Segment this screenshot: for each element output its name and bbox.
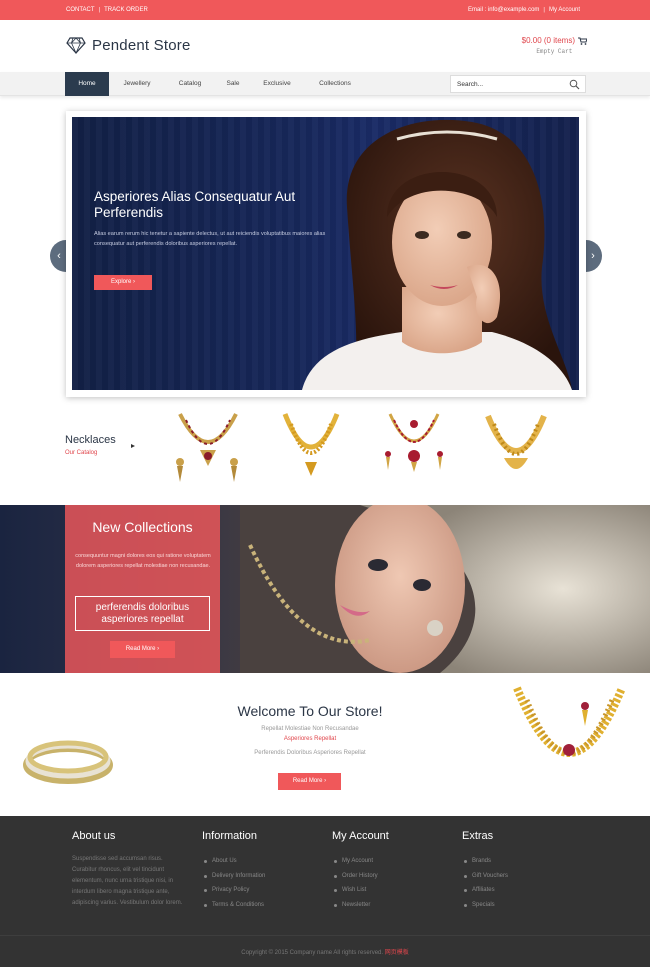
footer-divider — [0, 935, 650, 936]
model-photo-2 — [240, 505, 650, 673]
necklaces-heading: Necklaces Our Catalog — [65, 434, 116, 456]
brand-name: Pendent Store — [92, 36, 191, 54]
footer-extras-title: Extras — [462, 830, 494, 842]
logo[interactable]: Pendent Store — [66, 36, 191, 54]
footer-link[interactable]: Specials — [462, 898, 508, 913]
footer-link[interactable]: Wish List — [332, 883, 389, 898]
contact-link[interactable]: CONTACT — [66, 7, 95, 13]
welcome-read-more-button[interactable]: Read More › — [278, 773, 341, 790]
search-input[interactable]: Search... — [450, 75, 586, 93]
email-link[interactable]: Email : info@example.com — [468, 7, 539, 13]
separator: | — [543, 7, 545, 13]
footer-about: About us Suspendisse sed accumsan risus.… — [72, 830, 187, 909]
product-necklace-4[interactable] — [480, 410, 552, 490]
slide-title: Asperiores Alias Consequatur Aut Perfere… — [94, 189, 296, 220]
nav-collections[interactable]: Collections — [303, 72, 367, 96]
footer-account: My Account My Account Order History Wish… — [332, 830, 389, 912]
hero-slider: Asperiores Alias Consequatur Aut Perfere… — [66, 111, 586, 397]
model-photo — [302, 119, 572, 390]
collections-box: perferendis doloribus asperiores repella… — [75, 596, 210, 631]
nav-home[interactable]: Home — [65, 72, 109, 96]
footer-information-title: Information — [202, 830, 258, 842]
welcome-section: Welcome To Our Store! Repellat Molestiae… — [0, 673, 650, 816]
footer-about-text: Suspendisse sed accumsan risus. Curabitu… — [72, 856, 183, 906]
cart-total: $0.00 (0 items) — [521, 36, 575, 45]
nav-catalog[interactable]: Catalog — [165, 72, 215, 96]
collections-title: New Collections — [92, 519, 193, 535]
read-more-label: Read More — [292, 778, 323, 784]
slider-next-button[interactable]: › — [584, 240, 602, 272]
cart-status: Empty Cart — [536, 48, 573, 55]
collections-panel: New Collections consequuntur magni dolor… — [65, 505, 220, 673]
footer-link[interactable]: Delivery Information — [202, 869, 265, 884]
copyright: Copyright © 2015 Company name All rights… — [0, 947, 650, 956]
explore-button[interactable]: Explore › — [94, 275, 152, 290]
header: Pendent Store $0.00 (0 items) Empty Cart — [0, 20, 650, 72]
search-icon[interactable] — [569, 79, 580, 90]
product-necklace-2[interactable] — [275, 410, 347, 490]
necklaces-subtitle[interactable]: Our Catalog — [65, 450, 116, 456]
track-order-link[interactable]: TRACK ORDER — [104, 7, 148, 13]
explore-label: Explore — [110, 279, 132, 285]
top-bar: CONTACT | TRACK ORDER Email : info@examp… — [0, 0, 650, 20]
footer-account-title: My Account — [332, 830, 389, 842]
nav-exclusive[interactable]: Exclusive — [251, 72, 303, 96]
footer-link[interactable]: Order History — [332, 869, 389, 884]
collections-read-more-button[interactable]: Read More › — [110, 641, 175, 658]
search-placeholder: Search... — [457, 81, 484, 88]
footer-link[interactable]: My Account — [332, 854, 389, 869]
footer: About us Suspendisse sed accumsan risus.… — [0, 816, 650, 967]
footer-link[interactable]: Newsletter — [332, 898, 389, 913]
welcome-line-1: Repellat Molestiae Non Recusandae — [261, 726, 359, 732]
collections-text: consequuntur magni dolores eos qui ratio… — [75, 553, 211, 569]
product-necklace-3[interactable] — [378, 410, 450, 490]
copyright-text: Copyright © 2015 Company name All rights… — [241, 950, 384, 956]
footer-link[interactable]: Privacy Policy — [202, 883, 265, 898]
my-account-link[interactable]: My Account — [549, 7, 580, 13]
copyright-link[interactable]: 网页模板 — [385, 950, 409, 956]
separator: | — [98, 7, 101, 13]
welcome-line-2: Asperiores Repellat — [283, 736, 337, 742]
nav-sale[interactable]: Sale — [215, 72, 251, 96]
footer-extras: Extras Brands Gift Vouchers Affiliates S… — [462, 830, 508, 912]
triangle-icon — [131, 444, 135, 448]
chevron-right-icon: › — [133, 279, 135, 285]
footer-link[interactable]: About Us — [202, 854, 265, 869]
welcome-line-3: Perferendis Doloribus Asperiores Repella… — [254, 750, 366, 756]
collections-banner: New Collections consequuntur magni dolor… — [0, 505, 650, 673]
chevron-right-icon: › — [324, 778, 327, 784]
footer-link[interactable]: Gift Vouchers — [462, 869, 508, 884]
footer-information: Information About Us Delivery Informatio… — [202, 830, 265, 912]
diamond-icon — [66, 37, 86, 54]
read-more-label: Read More — [125, 646, 156, 652]
product-necklace-1[interactable] — [172, 410, 244, 490]
cart[interactable]: $0.00 (0 items) Empty Cart — [522, 36, 587, 55]
chevron-right-icon: › — [157, 646, 160, 652]
footer-link[interactable]: Brands — [462, 854, 508, 869]
cart-icon — [578, 37, 587, 45]
necklaces-title: Necklaces — [65, 434, 116, 446]
collections-box-line-2: asperiores repellat — [101, 614, 184, 625]
footer-link[interactable]: Terms & Conditions — [202, 898, 265, 913]
nav-jewellery[interactable]: Jewellery — [109, 72, 165, 96]
collections-box-line-1: perferendis doloribus — [95, 602, 190, 613]
footer-about-title: About us — [72, 830, 116, 842]
welcome-title: Welcome To Our Store! — [237, 703, 383, 719]
hero-slide: Asperiores Alias Consequatur Aut Perfere… — [72, 117, 579, 390]
slide-text: Alias earum rerum hic tenetur a sapiente… — [94, 231, 326, 247]
main-nav: Home Jewellery Catalog Sale Exclusive Co… — [0, 72, 650, 96]
footer-link[interactable]: Affiliates — [462, 883, 508, 898]
